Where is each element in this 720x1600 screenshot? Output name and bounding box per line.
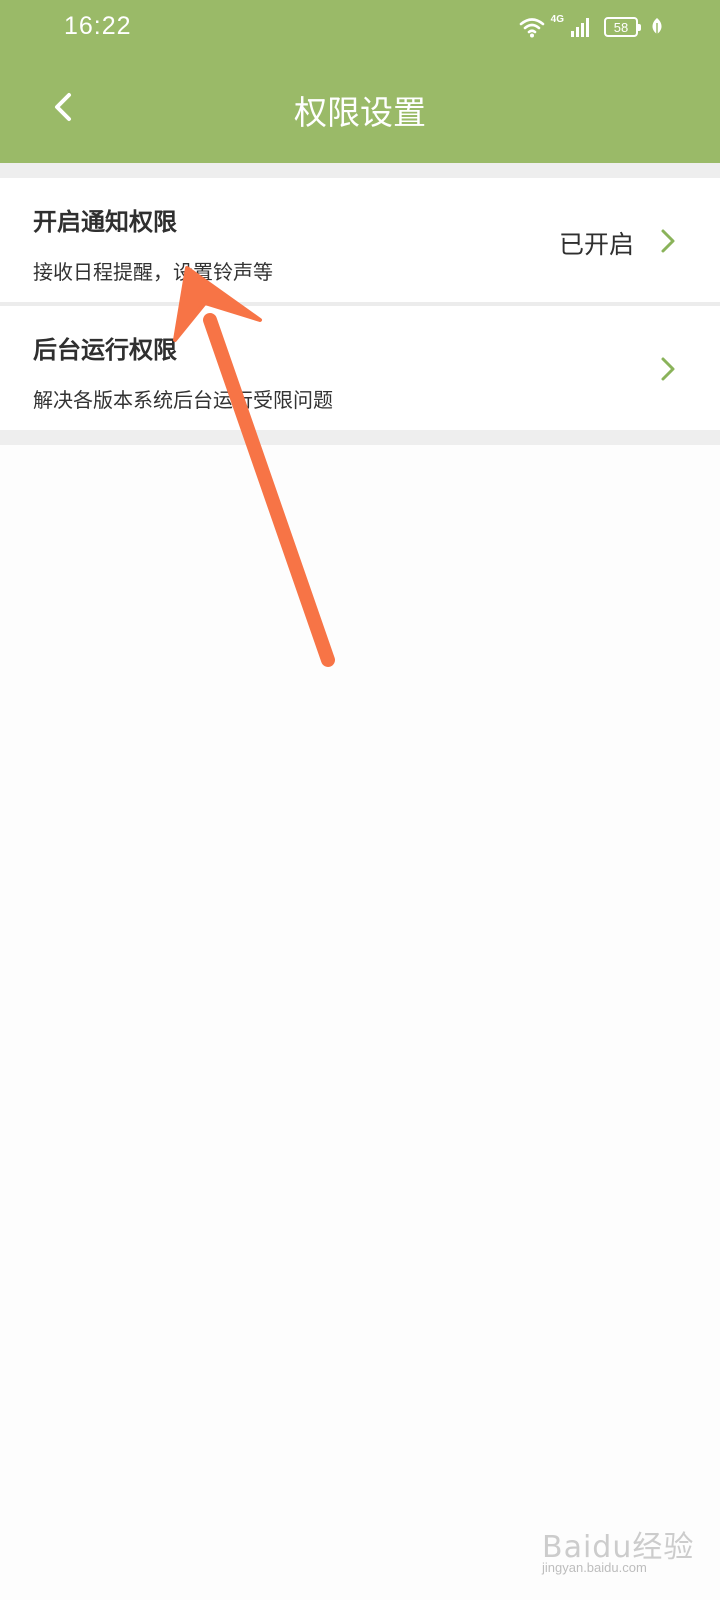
background-run-permission-subtitle: 解决各版本系统后台运行受限问题: [33, 388, 333, 412]
battery-level: 58: [613, 19, 629, 35]
app-header: 16:22 4G 58 权限设置: [0, 0, 720, 163]
baidu-watermark: Baidu经验 jingyan.baidu.com: [542, 1522, 702, 1578]
wifi-icon: [519, 18, 544, 38]
watermark-url: jingyan.baidu.com: [542, 1560, 647, 1575]
network-type-label: 4G: [550, 14, 564, 25]
signal-icon: [571, 18, 589, 37]
notification-permission-row[interactable]: 开启通知权限 接收日程提醒，设置铃声等 已开启: [0, 178, 720, 302]
notification-permission-status: 已开启: [558, 230, 634, 259]
chevron-right-icon: [661, 229, 675, 253]
background-run-permission-row[interactable]: 后台运行权限 解决各版本系统后台运行受限问题: [0, 306, 720, 430]
page-title: 权限设置: [294, 93, 426, 132]
section-gap-bottom: [0, 430, 720, 445]
section-gap-top: [0, 163, 720, 178]
battery-icon: 58: [604, 17, 641, 37]
status-icons: 4G 58: [519, 12, 664, 42]
notification-permission-title: 开启通知权限: [33, 208, 177, 236]
status-time: 16:22: [64, 12, 132, 40]
background-run-permission-title: 后台运行权限: [33, 336, 177, 364]
notification-permission-subtitle: 接收日程提醒，设置铃声等: [33, 260, 273, 284]
chevron-right-icon: [661, 357, 675, 381]
leaf-icon: [652, 18, 662, 36]
